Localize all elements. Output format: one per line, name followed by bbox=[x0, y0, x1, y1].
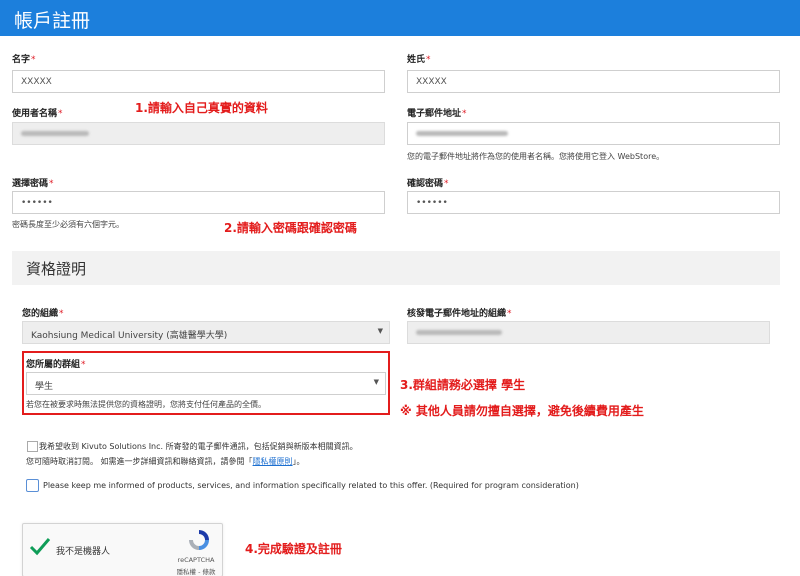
last-name-label: 姓氏* bbox=[407, 55, 431, 65]
email-input[interactable] bbox=[407, 122, 780, 145]
checkmark-icon[interactable] bbox=[29, 536, 51, 560]
first-name-input[interactable]: XXXXX bbox=[12, 70, 385, 93]
organization-label: 您的組織* bbox=[22, 309, 64, 319]
organization-select[interactable]: Kaohsiung Medical University (高雄醫學大學) ▼ bbox=[22, 321, 390, 344]
group-hint: 若您在被要求時無法提供您的資格證明，您將支付任何產品的全價。 bbox=[26, 400, 266, 409]
first-name-label: 名字* bbox=[12, 55, 36, 65]
last-name-input[interactable]: XXXXX bbox=[407, 70, 780, 93]
email-label: 電子郵件地址* bbox=[407, 109, 467, 119]
page-title: 帳戶註冊 bbox=[14, 10, 91, 32]
caret-down-icon: ▼ bbox=[373, 378, 379, 386]
annotation-2: 2.請輸入密碼跟確認密碼 bbox=[224, 221, 357, 235]
confirm-password-label: 確認密碼* bbox=[407, 179, 449, 189]
annotation-4: 4.完成驗證及註冊 bbox=[245, 542, 342, 556]
password-hint: 密碼長度至少必須有六個字元。 bbox=[12, 220, 124, 229]
confirm-password-value: •••••• bbox=[416, 198, 448, 208]
recaptcha-links[interactable]: 隱私權 - 條款 bbox=[168, 566, 224, 576]
password-label: 選擇密碼* bbox=[12, 179, 54, 189]
organization-value: Kaohsiung Medical University (高雄醫學大學) bbox=[31, 331, 228, 341]
unsubscribe-note: 您可隨時取消訂閱。 如需進一步詳細資訊和聯絡資訊，請參閱「隱私權原則」。 bbox=[26, 457, 305, 466]
recaptcha-brand: reCAPTCHA bbox=[177, 556, 215, 564]
annotation-3b: ※ 其他人員請勿擅自選擇，避免後續費用產生 bbox=[400, 404, 644, 418]
caret-down-icon: ▼ bbox=[377, 327, 383, 335]
page-header: 帳戶註冊 bbox=[0, 0, 800, 36]
eligibility-section-header: 資格證明 bbox=[12, 251, 780, 285]
recaptcha-widget: 我不是機器人 reCAPTCHA 隱私權 - 條款 bbox=[22, 523, 223, 576]
password-value: •••••• bbox=[21, 198, 53, 208]
email-organization-input bbox=[407, 321, 770, 344]
offer-consent-checkbox[interactable] bbox=[26, 479, 39, 492]
recaptcha-label: 我不是機器人 bbox=[56, 547, 111, 557]
username-input bbox=[12, 122, 385, 145]
password-input[interactable]: •••••• bbox=[12, 191, 385, 214]
privacy-policy-link[interactable]: 隱私權原則 bbox=[253, 457, 293, 466]
recaptcha-logo-icon bbox=[179, 528, 219, 556]
offer-consent-label: Please keep me informed of products, ser… bbox=[43, 481, 579, 490]
group-select[interactable]: 學生 ▼ bbox=[26, 372, 386, 395]
username-label: 使用者名稱* bbox=[12, 109, 63, 119]
marketing-consent-checkbox[interactable] bbox=[27, 441, 38, 452]
last-name-value: XXXXX bbox=[416, 77, 447, 87]
marketing-consent-label: 我希望收到 Kivuto Solutions Inc. 所寄發的電子郵件通訊，包… bbox=[39, 442, 358, 451]
group-value: 學生 bbox=[35, 382, 54, 392]
first-name-value: XXXXX bbox=[21, 77, 52, 87]
email-organization-label: 核發電子郵件地址的組織* bbox=[407, 309, 512, 319]
confirm-password-input[interactable]: •••••• bbox=[407, 191, 780, 214]
annotation-1: 1.請輸入自己真實的資料 bbox=[135, 101, 268, 115]
annotation-3: 3.群組請務必選擇 學生 bbox=[400, 378, 526, 392]
section-title: 資格證明 bbox=[26, 260, 87, 278]
group-label: 您所屬的群組* bbox=[26, 360, 86, 370]
email-hint: 您的電子郵件地址將作為您的使用者名稱。您將使用它登入 WebStore。 bbox=[407, 152, 665, 161]
